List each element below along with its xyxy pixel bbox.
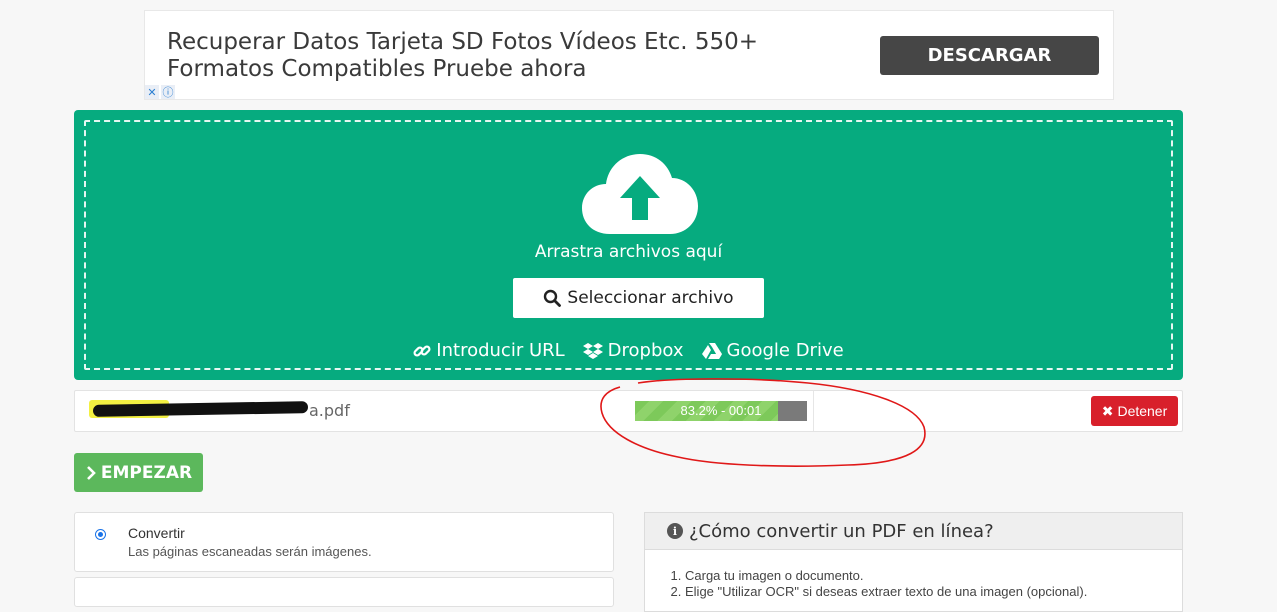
dropbox-link[interactable]: Dropbox — [582, 340, 684, 361]
option-convert[interactable]: Convertir Las páginas escaneadas serán i… — [74, 512, 614, 572]
howto-header: i ¿Cómo convertir un PDF en línea? — [645, 513, 1182, 550]
ad-badge[interactable]: ✕ ⓘ — [145, 85, 175, 100]
option-title: Convertir — [128, 525, 185, 541]
enter-url-link[interactable]: Introducir URL — [413, 340, 565, 361]
howto-panel: i ¿Cómo convertir un PDF en línea? Carga… — [644, 512, 1183, 612]
select-file-button[interactable]: Seleccionar archivo — [513, 278, 764, 318]
convert-radio[interactable] — [95, 529, 106, 540]
dropzone-border: Arrastra archivos aquí Seleccionar archi… — [84, 120, 1173, 370]
howto-step: Elige "Utilizar OCR" si deseas extraer t… — [685, 584, 1182, 600]
google-drive-link[interactable]: Google Drive — [701, 340, 844, 361]
option-second[interactable] — [74, 577, 614, 607]
enter-url-label: Introducir URL — [436, 340, 565, 361]
drag-files-text: Arrastra archivos aquí — [534, 242, 723, 262]
google-drive-label: Google Drive — [726, 340, 844, 361]
ad-info-icon[interactable]: ⓘ — [161, 85, 175, 99]
option-description: Las páginas escaneadas serán imágenes. — [128, 544, 372, 559]
link-icon — [413, 344, 431, 357]
close-icon: ✖ — [1101, 402, 1114, 419]
chevron-right-icon — [86, 465, 96, 480]
stop-button[interactable]: ✖ Detener — [1091, 396, 1178, 426]
howto-title: ¿Cómo convertir un PDF en línea? — [689, 520, 994, 542]
select-file-label: Seleccionar archivo — [567, 288, 734, 308]
start-label: EMPEZAR — [100, 462, 193, 483]
upload-progress-bar: 83.2% - 00:01 — [635, 401, 807, 421]
ad-text[interactable]: Recuperar Datos Tarjeta SD Fotos Vídeos … — [167, 29, 807, 83]
stop-label: Detener — [1117, 403, 1168, 419]
info-icon: i — [667, 523, 683, 539]
file-row: a.pdf 83.2% - 00:01 ✖ Detener — [74, 390, 1183, 432]
howto-steps: Carga tu imagen o documento. Elige "Util… — [645, 550, 1182, 600]
dropbox-label: Dropbox — [607, 340, 684, 361]
ad-download-button[interactable]: DESCARGAR — [880, 36, 1099, 75]
ad-banner[interactable]: Recuperar Datos Tarjeta SD Fotos Vídeos … — [144, 10, 1114, 100]
search-icon — [544, 289, 562, 307]
ad-close-icon[interactable]: ✕ — [145, 85, 159, 99]
row-separator — [813, 391, 814, 431]
cloud-upload-icon — [582, 154, 698, 234]
howto-step: Carga tu imagen o documento. — [685, 568, 1182, 584]
dropbox-icon — [582, 342, 603, 359]
upload-sources: Introducir URL Dropbox Google Drive — [86, 340, 1171, 361]
start-button[interactable]: EMPEZAR — [74, 453, 203, 492]
file-name: a.pdf — [309, 401, 350, 420]
upload-dropzone[interactable]: Arrastra archivos aquí Seleccionar archi… — [74, 110, 1183, 380]
google-drive-icon — [701, 342, 722, 359]
progress-label: 83.2% - 00:01 — [680, 403, 762, 418]
